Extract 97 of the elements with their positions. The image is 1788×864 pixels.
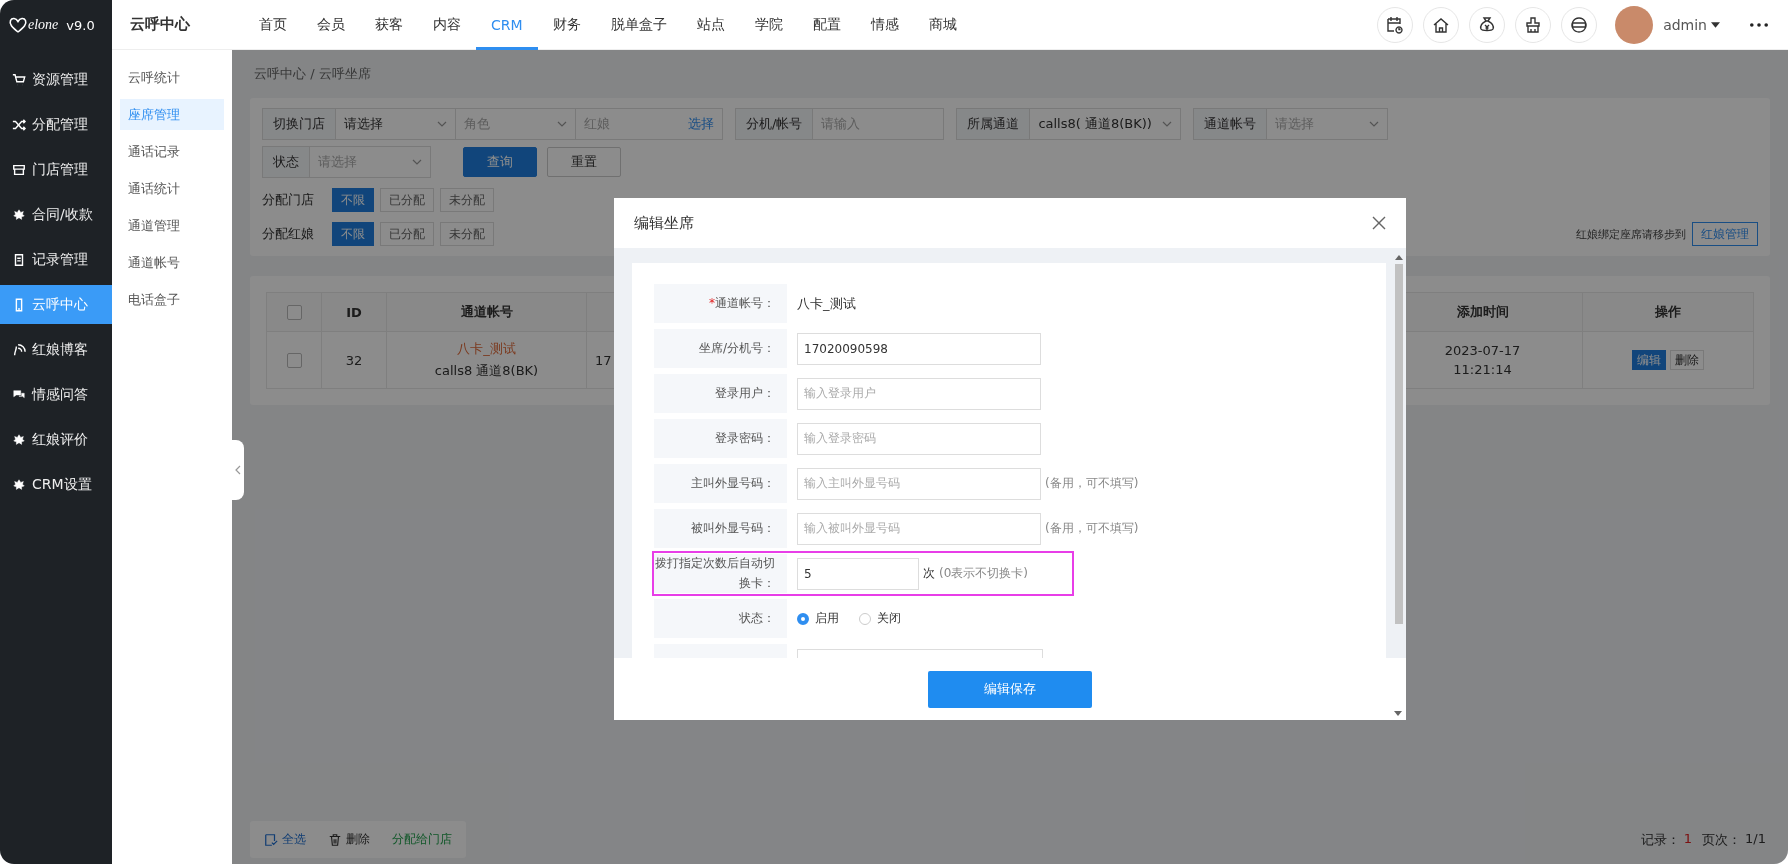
row-action-button[interactable]: 删除 xyxy=(1670,350,1704,370)
table-cell: 17 xyxy=(595,352,612,368)
sidebar-item[interactable]: 合同/收款 xyxy=(0,195,112,234)
store-icon xyxy=(12,162,26,177)
scrollbar-thumb[interactable] xyxy=(1395,264,1403,624)
avatar-circle[interactable] xyxy=(1615,5,1654,44)
sidebar-item[interactable]: 分配管理 xyxy=(0,105,112,144)
sidebar-item[interactable]: 红娘评价 xyxy=(0,420,112,459)
caret-icon xyxy=(1711,21,1720,28)
checkbox-icon xyxy=(264,832,278,847)
filter-option[interactable]: 未分配 xyxy=(440,188,494,212)
heart-icon xyxy=(8,15,28,35)
user-menu[interactable]: admin xyxy=(1663,16,1720,33)
sidebar-item[interactable]: 门店管理 xyxy=(0,150,112,189)
field-label: 状态： xyxy=(739,609,775,627)
nav-tab[interactable]: 财务 xyxy=(537,0,596,50)
filter-option[interactable]: 已分配 xyxy=(380,188,434,212)
nav-tab[interactable]: 商城 xyxy=(913,0,972,50)
records-count: 1 xyxy=(1683,830,1693,848)
table-cell: 32 xyxy=(345,352,363,368)
submenu-item[interactable]: 通道帐号 xyxy=(120,247,224,278)
submenu-item[interactable]: 通话统计 xyxy=(120,173,224,204)
chevron-left-icon xyxy=(235,465,241,475)
checkbox[interactable] xyxy=(286,352,302,368)
field-label: *通道帐号： xyxy=(709,294,775,312)
field-label: 拨打指定次数后自动切换卡： xyxy=(654,555,775,592)
input-field[interactable]: 5 xyxy=(797,557,919,590)
hint-text: 红娘绑定座席请移步到 xyxy=(1576,226,1686,242)
chat-icon xyxy=(12,387,26,402)
close-icon[interactable] xyxy=(1372,216,1386,230)
nav-tab[interactable]: 情感 xyxy=(855,0,914,50)
nav-tab[interactable]: 配置 xyxy=(797,0,856,50)
trash-icon xyxy=(328,832,342,847)
field-label: 登录用户： xyxy=(715,384,775,402)
filter-label: 分配门店 xyxy=(262,191,315,209)
field-value: 八卡_测试 xyxy=(797,294,856,313)
table-cell: 11:21:14 xyxy=(1453,362,1512,377)
rss-icon xyxy=(12,342,26,357)
radio-option[interactable]: 启用 xyxy=(797,610,839,627)
field-note: (备用，可不填写) xyxy=(1045,520,1139,537)
document-icon xyxy=(12,252,26,267)
nav-tab[interactable]: 站点 xyxy=(681,0,740,50)
page-label: 页次： xyxy=(1702,830,1742,849)
field-label: 坐席/分机号： xyxy=(698,339,775,357)
table-cell: 2023-07-17 xyxy=(1444,343,1521,358)
field-note: (0表示不切换卡) xyxy=(939,565,1028,582)
field-label: 主叫外显号码： xyxy=(691,474,775,492)
submenu-item[interactable]: 通道管理 xyxy=(120,210,224,241)
field-label: 登录密码： xyxy=(715,429,775,447)
module-title: 云呼中心 xyxy=(130,15,190,34)
column-header: 添加时间 xyxy=(1456,303,1509,321)
field-note: (备用，可不填写) xyxy=(1045,475,1139,492)
nav-tab[interactable]: 学院 xyxy=(739,0,798,50)
radio-button[interactable] xyxy=(797,612,809,625)
version-label: v9.0 xyxy=(66,17,95,33)
filter-option[interactable]: 未分配 xyxy=(440,222,494,246)
nav-tab[interactable]: 脱单盒子 xyxy=(595,0,682,50)
badge-icon xyxy=(1569,14,1590,35)
column-header: 通道帐号 xyxy=(460,303,513,321)
input-field[interactable]: 17020090598 xyxy=(797,332,1041,365)
unit-label: 次 xyxy=(923,565,935,582)
nav-tab[interactable]: 内容 xyxy=(418,0,476,50)
shuffle-icon xyxy=(12,117,26,132)
sidebar-item[interactable]: 记录管理 xyxy=(0,240,112,279)
column-header: ID xyxy=(346,304,362,320)
table-cell: calls8 通道8(BK) xyxy=(434,362,539,380)
submenu-item[interactable]: 通话记录 xyxy=(120,136,224,167)
sidebar-item[interactable]: CRM设置 xyxy=(0,465,112,504)
filter-option[interactable]: 已分配 xyxy=(380,222,434,246)
scroll-down-icon[interactable] xyxy=(1394,711,1402,716)
collapse-handle[interactable] xyxy=(232,440,244,500)
submenu-item[interactable]: 云呼统计 xyxy=(120,62,224,93)
more-icon[interactable] xyxy=(1750,22,1768,27)
field-label: 被叫外显号码： xyxy=(691,519,775,537)
radio-option[interactable]: 关闭 xyxy=(859,610,901,627)
filter-button[interactable]: 重置 xyxy=(547,147,621,177)
nav-tab[interactable]: 首页 xyxy=(244,0,302,50)
page-count: 1/1 xyxy=(1745,830,1766,848)
nav-tab[interactable]: 会员 xyxy=(302,0,360,50)
radio-button[interactable] xyxy=(859,612,871,625)
sidebar-item[interactable]: 资源管理 xyxy=(0,60,112,99)
sidebar-item[interactable]: 情感问答 xyxy=(0,375,112,414)
delete-button[interactable]: 删除 xyxy=(328,831,370,848)
column-header: 操作 xyxy=(1655,303,1681,321)
flower-icon xyxy=(12,477,26,492)
logo-text: elone xyxy=(28,17,59,33)
flower-icon xyxy=(12,432,26,447)
sidebar-item[interactable]: 红娘博客 xyxy=(0,330,112,369)
filter-label: 分配红娘 xyxy=(262,225,315,243)
submenu-item[interactable]: 电话盒子 xyxy=(120,284,224,315)
records-label: 记录： xyxy=(1640,830,1680,849)
flower-icon xyxy=(12,207,26,222)
breadcrumb: 云呼中心 / 云呼坐席 xyxy=(254,65,371,83)
dialog-title: 编辑坐席 xyxy=(634,213,694,233)
checkbox[interactable] xyxy=(286,304,302,320)
nav-tab[interactable]: 获客 xyxy=(360,0,418,50)
calendar-clock-icon xyxy=(1385,14,1406,35)
